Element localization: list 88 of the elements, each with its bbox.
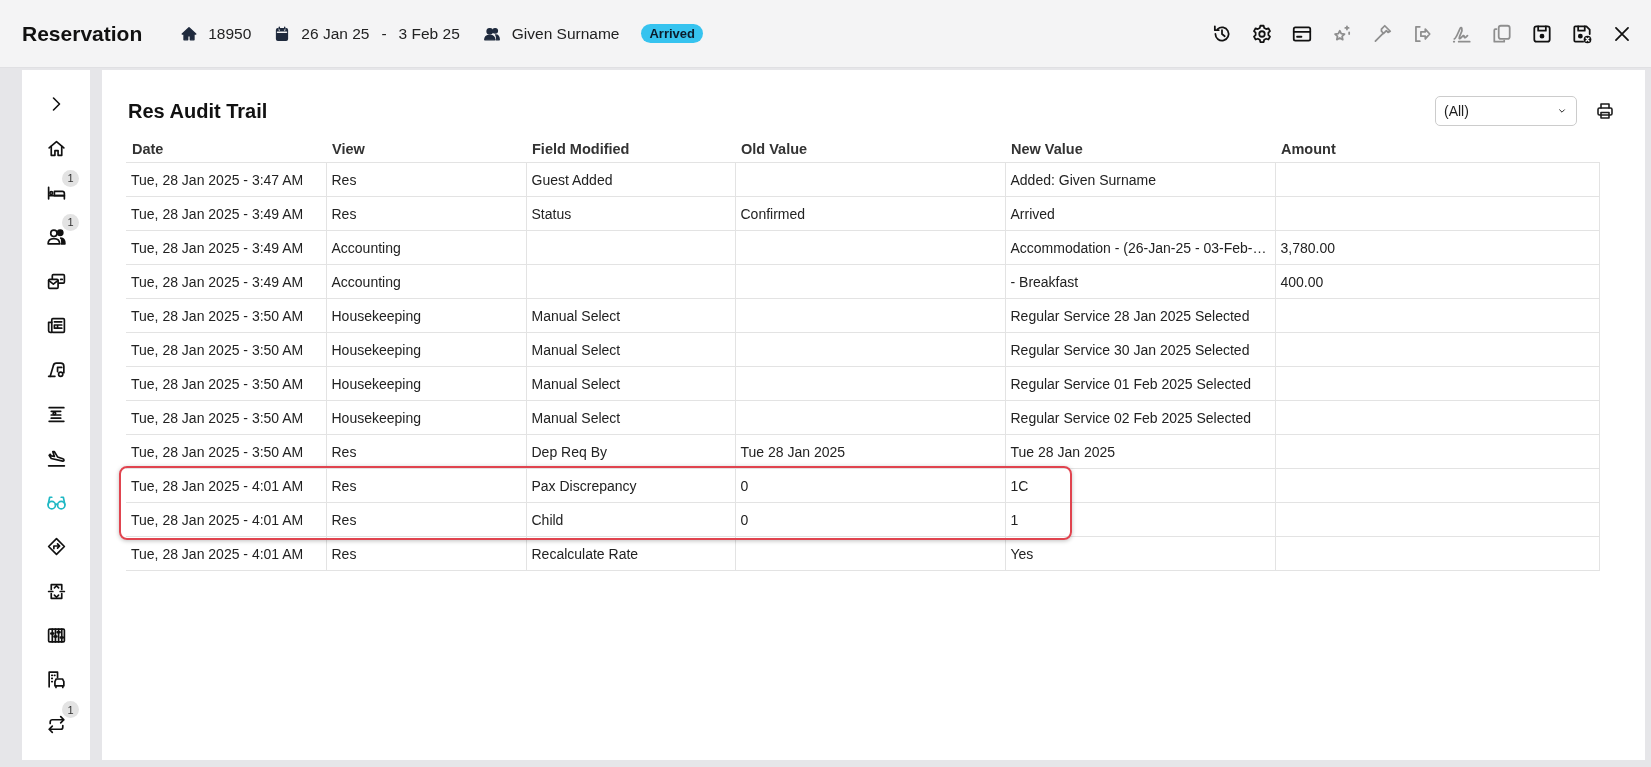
table-cell: Res — [326, 196, 526, 231]
swap-arrows-icon — [45, 713, 67, 735]
sidebar-item[interactable]: 1 — [36, 172, 76, 213]
count-badge: 1 — [62, 213, 79, 231]
table-cell: Manual Select — [526, 298, 735, 333]
table-cell: Recalculate Rate — [526, 536, 735, 571]
table-cell: Regular Service 02 Feb 2025 Selected — [1005, 400, 1275, 435]
reservation-number: 18950 — [208, 24, 252, 43]
column-header: Amount — [1275, 136, 1600, 163]
print-icon — [1595, 101, 1615, 121]
building-car-icon — [45, 669, 67, 691]
column-header: View — [326, 136, 526, 163]
table-cell: Tue, 28 Jan 2025 - 3:47 AM — [126, 162, 326, 197]
table-cell: Tue, 28 Jan 2025 - 3:49 AM — [126, 230, 326, 265]
panel-title: Res Audit Trail — [128, 99, 268, 123]
table-cell: Res — [326, 162, 526, 197]
table-cell: 3,780.00 — [1275, 230, 1600, 265]
table-cell: Accounting — [326, 264, 526, 299]
column-header: Date — [126, 136, 326, 163]
table-cell: Housekeeping — [326, 332, 526, 367]
direction-sign-icon — [45, 536, 67, 558]
table-cell: Manual Select — [526, 400, 735, 435]
table-cell: Yes — [1005, 536, 1275, 571]
count-badge: 1 — [62, 169, 79, 187]
table-cell: Accommodation - (26-Jan-25 - 03-Feb-… — [1005, 230, 1275, 265]
table-cell: 1 — [1005, 502, 1275, 537]
table-cell: Child — [526, 502, 735, 537]
settings-icon — [1251, 22, 1273, 45]
departure-date: 3 Feb 25 — [398, 24, 460, 43]
table-cell: 0 — [735, 502, 1005, 537]
table-cell: Tue, 28 Jan 2025 - 3:49 AM — [126, 196, 326, 231]
table-cell: Tue, 28 Jan 2025 - 3:50 AM — [126, 298, 326, 333]
table-cell: Added: Given Surname — [1005, 162, 1275, 197]
table-cell: Tue 28 Jan 2025 — [1005, 434, 1275, 469]
filter-dropdown[interactable]: (All) — [1435, 96, 1577, 126]
newspaper-icon — [45, 315, 67, 336]
table-cell: Arrived — [1005, 196, 1275, 231]
settings-button[interactable] — [1251, 22, 1273, 45]
sidebar-item[interactable]: 1 — [36, 216, 76, 257]
save-cancel-button[interactable] — [1571, 22, 1593, 45]
table-cell: Manual Select — [526, 366, 735, 401]
guest-name: Given Surname — [511, 24, 620, 43]
table-cell: Status — [526, 196, 735, 231]
date-separator: - — [381, 24, 387, 43]
table-cell: Pax Discrepancy — [526, 468, 735, 503]
table-cell: Manual Select — [526, 332, 735, 367]
table-cell: Housekeeping — [326, 400, 526, 435]
table-cell: 400.00 — [1275, 264, 1600, 299]
table-cell: Confirmed — [735, 196, 1005, 231]
table-cell: Tue, 28 Jan 2025 - 4:01 AM — [126, 468, 326, 503]
home-icon — [180, 24, 199, 43]
table-cell: Tue, 28 Jan 2025 - 3:50 AM — [126, 366, 326, 401]
table-cell: Accounting — [326, 230, 526, 265]
table-cell: Regular Service 30 Jan 2025 Selected — [1005, 332, 1275, 367]
table-cell: Tue, 28 Jan 2025 - 3:49 AM — [126, 264, 326, 299]
table-cell: Tue, 28 Jan 2025 - 4:01 AM — [126, 502, 326, 537]
table-cell: Guest Added — [526, 162, 735, 197]
table-cell: 1C — [1005, 468, 1275, 503]
table-cell: Res — [326, 536, 526, 571]
copy-icon — [1491, 22, 1513, 45]
table-cell: Housekeeping — [326, 298, 526, 333]
count-badge: 1 — [62, 701, 79, 719]
save-icon — [1531, 22, 1553, 45]
table-cell: Tue, 28 Jan 2025 - 3:50 AM — [126, 434, 326, 469]
save-button[interactable] — [1531, 22, 1553, 45]
table-cell: Res — [326, 502, 526, 537]
column-header: New Value — [1005, 136, 1275, 163]
window-title: Reservation — [22, 21, 143, 46]
table-cell: Res — [326, 468, 526, 503]
table-cell: Housekeeping — [326, 366, 526, 401]
table-cell: Tue, 28 Jan 2025 - 3:50 AM — [126, 400, 326, 435]
arrival-date: 26 Jan 25 — [301, 24, 370, 43]
save-cancel-icon — [1571, 22, 1593, 45]
table-cell: Tue 28 Jan 2025 — [735, 434, 1005, 469]
table-cell: - Breakfast — [1005, 264, 1275, 299]
print-button[interactable] — [1595, 101, 1615, 121]
table-cell: Dep Req By — [526, 434, 735, 469]
table-cell: 0 — [735, 468, 1005, 503]
table-cell: Tue, 28 Jan 2025 - 4:01 AM — [126, 536, 326, 571]
people-icon — [45, 226, 67, 248]
status-badge: Arrived — [641, 24, 703, 43]
column-header: Field Modified — [526, 136, 735, 163]
table-cell: Regular Service 01 Feb 2025 Selected — [1005, 366, 1275, 401]
table-cell: Tue, 28 Jan 2025 - 3:50 AM — [126, 332, 326, 367]
sidebar-item[interactable]: 1 — [36, 704, 76, 745]
table-cell: Regular Service 28 Jan 2025 Selected — [1005, 298, 1275, 333]
column-header: Old Value — [735, 136, 1005, 163]
table-cell: Res — [326, 434, 526, 469]
